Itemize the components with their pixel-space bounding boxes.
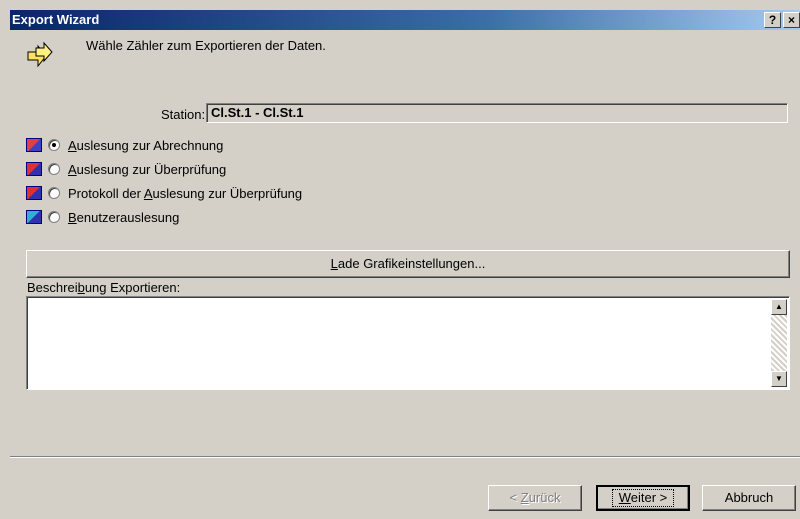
user-readout-icon [26, 210, 42, 224]
radio-benutzer[interactable] [48, 211, 60, 223]
export-wizard-window: Export Wizard ? × Wähle Zähler zum Expor… [0, 0, 800, 519]
scroll-down-icon[interactable]: ▼ [771, 371, 787, 387]
option-benutzer[interactable]: Benutzerauslesung [26, 208, 179, 226]
readout-billing-icon [26, 138, 42, 152]
header-instruction: Wähle Zähler zum Exportieren der Daten. [86, 38, 326, 53]
wizard-client-area: Wähle Zähler zum Exportieren der Daten. … [10, 30, 800, 519]
scroll-up-icon[interactable]: ▲ [771, 299, 787, 315]
protocol-icon [26, 186, 42, 200]
option-abrechnung[interactable]: Auslesung zur Abrechnung [26, 136, 223, 154]
description-label: Beschreibung Exportieren: [27, 280, 181, 295]
station-field: Cl.St.1 - Cl.St.1 [206, 103, 788, 123]
station-label: Station: [161, 107, 206, 122]
back-button[interactable]: < Zurück [488, 485, 582, 511]
export-arrows-icon [27, 41, 53, 68]
separator [10, 456, 800, 458]
option-protokoll-label: Protokoll der Auslesung zur Überprüfung [68, 185, 303, 201]
option-benutzer-label: Benutzerauslesung [68, 209, 180, 225]
description-scrollbar[interactable]: ▲ ▼ [771, 299, 787, 387]
radio-ueberpruefung[interactable] [48, 163, 60, 175]
next-button[interactable]: Weiter > [596, 485, 690, 511]
help-button[interactable]: ? [764, 12, 781, 28]
title-bar[interactable]: Export Wizard ? × [10, 10, 800, 30]
cancel-button[interactable]: Abbruch [702, 485, 796, 511]
radio-protokoll[interactable] [48, 187, 60, 199]
option-ueberpruefung-label: Auslesung zur Überprüfung [68, 161, 227, 177]
description-textarea[interactable]: ▲ ▼ [26, 296, 790, 390]
option-protokoll[interactable]: Protokoll der Auslesung zur Überprüfung [26, 184, 302, 202]
load-graphic-settings-button[interactable]: Lade Grafikeinstellungen... [26, 250, 790, 278]
window-title: Export Wizard [12, 12, 100, 27]
readout-check-icon [26, 162, 42, 176]
option-ueberpruefung[interactable]: Auslesung zur Überprüfung [26, 160, 226, 178]
close-button[interactable]: × [783, 12, 800, 28]
radio-abrechnung[interactable] [48, 139, 60, 151]
option-abrechnung-label: Auslesung zur Abrechnung [68, 137, 224, 153]
